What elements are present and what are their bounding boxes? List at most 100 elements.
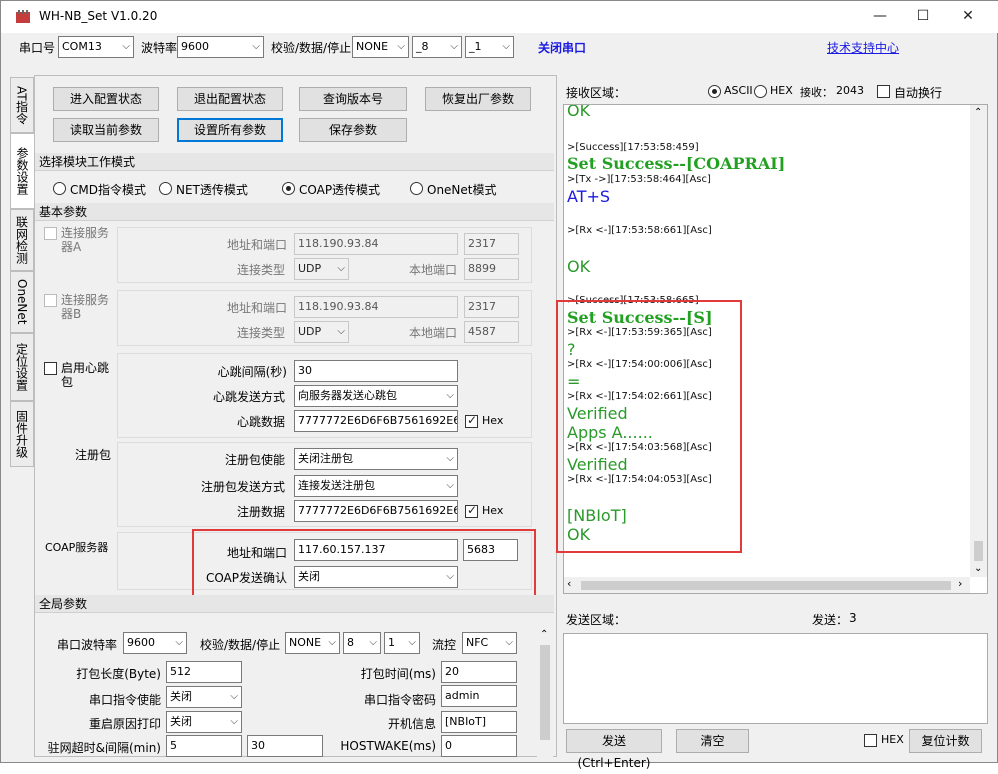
recv-vscroll[interactable]: ⌃ ⌄	[970, 105, 987, 577]
hex-radio[interactable]	[754, 85, 767, 98]
mode-onenet-radio[interactable]	[410, 182, 423, 195]
pack-len-input[interactable]: 512	[166, 661, 242, 683]
boot-input[interactable]: [NBIoT]	[441, 711, 517, 733]
reset-count-button[interactable]: 复位计数	[909, 729, 982, 753]
tab-location[interactable]: 定位设置	[10, 333, 34, 401]
reboot-select[interactable]: 关闭 ⌵	[166, 711, 242, 733]
server-a-port-input[interactable]: 2317	[464, 233, 519, 255]
close-button[interactable]: ✕	[945, 1, 991, 31]
exit-config-button[interactable]: 退出配置状态	[177, 87, 283, 111]
heartbeat-hex-checkbox[interactable]	[465, 413, 478, 428]
boot-label: 开机信息	[387, 717, 436, 731]
app-window: WH-NB_Set V1.0.20 — ☐ ✕ 串口号 COM13 ⌵ 波特率 9…	[0, 0, 998, 770]
send-textarea[interactable]	[563, 633, 988, 724]
timeout-label: 驻网超时&间隔(min)	[47, 741, 161, 755]
cmd-enable-label: 串口指令使能	[88, 693, 161, 707]
set-all-button[interactable]: 设置所有参数	[177, 118, 283, 142]
register-mode-select[interactable]: 连接发送注册包 ⌵	[294, 475, 458, 497]
send-button[interactable]: 发送(Ctrl+Enter)	[566, 729, 662, 770]
stopbits-select[interactable]: _1 ⌵	[465, 36, 514, 58]
chevron-down-icon: ⌵	[505, 637, 513, 648]
register-enable-select[interactable]: 关闭注册包 ⌵	[294, 448, 458, 470]
ascii-radio[interactable]	[708, 85, 721, 98]
send-hex-checkbox[interactable]	[864, 734, 877, 747]
tab-firmware[interactable]: 固件升级	[10, 401, 34, 467]
server-b-addr-input[interactable]: 118.190.93.84	[294, 296, 458, 318]
register-data-input[interactable]: 7777772E6D6F6B7561692E636E	[294, 500, 458, 522]
tab-params[interactable]: 参数设置	[10, 133, 34, 209]
mode-cmd-label: CMD指令模式	[70, 183, 146, 197]
recv-line: Set Success--[COAPRAI]	[567, 154, 786, 173]
pack-time-input[interactable]: 20	[441, 661, 517, 683]
autowrap-checkbox[interactable]	[877, 85, 890, 98]
minimize-button[interactable]: —	[857, 1, 903, 31]
heartbeat-mode-select[interactable]: 向服务器发送心跳包 ⌵	[294, 385, 458, 407]
baud-select[interactable]: 9600 ⌵	[177, 36, 264, 58]
register-hex-checkbox[interactable]	[465, 503, 478, 518]
tab-network[interactable]: 联网检测	[10, 209, 34, 271]
heartbeat-mode-label: 心跳发送方式	[212, 390, 285, 404]
response-highlight-box	[556, 300, 742, 553]
hex-label: HEX	[770, 84, 793, 97]
databits-select[interactable]: _8 ⌵	[412, 36, 462, 58]
restore-button[interactable]: 恢复出厂参数	[425, 87, 531, 111]
timeout-input-1[interactable]: 5	[166, 735, 242, 757]
global-data-select[interactable]: 8 ⌵	[343, 632, 381, 654]
server-b-checkbox[interactable]	[44, 294, 57, 307]
maximize-button[interactable]: ☐	[900, 1, 946, 31]
parity-select[interactable]: NONE ⌵	[352, 36, 409, 58]
server-a-checkbox[interactable]	[44, 227, 57, 240]
chevron-down-icon: ⌵	[122, 41, 130, 52]
recv-line: OK	[567, 257, 591, 276]
server-b-type-label: 连接类型	[236, 326, 285, 340]
server-b-port-input[interactable]: 2317	[464, 296, 519, 318]
chevron-down-icon: ⌵	[502, 41, 510, 52]
heartbeat-data-input[interactable]: 7777772E6D6F6B7561692E636E	[294, 410, 458, 432]
server-b-local-input[interactable]: 4587	[464, 321, 519, 343]
global-baud-select[interactable]: 9600 ⌵	[123, 632, 187, 654]
server-a-addr-input[interactable]: 118.190.93.84	[294, 233, 458, 255]
reboot-label: 重启原因打印	[88, 717, 161, 731]
send-count-label: 发送：	[812, 613, 849, 627]
global-parity-label: 校验/数据/停止	[200, 638, 281, 652]
server-b-local-label: 本地端口	[408, 326, 457, 340]
global-parity-select[interactable]: NONE ⌵	[285, 632, 340, 654]
server-b-type-select[interactable]: UDP ⌵	[294, 321, 349, 343]
recv-hscroll[interactable]: ‹ ›	[564, 577, 970, 593]
mode-cmd-radio[interactable]	[53, 182, 66, 195]
global-stop-select[interactable]: 1 ⌵	[384, 632, 420, 654]
chevron-down-icon: ⌵	[369, 637, 377, 648]
mode-header: 选择模块工作模式	[35, 153, 554, 171]
tab-at[interactable]: AT指令	[10, 77, 34, 133]
close-port-button[interactable]: 关闭串口	[538, 37, 586, 59]
chevron-down-icon: ⌵	[446, 390, 454, 401]
global-baud-label: 串口波特率	[57, 638, 118, 652]
receive-count: 2043	[836, 84, 864, 97]
chevron-down-icon: ⌵	[252, 41, 260, 52]
server-a-type-select[interactable]: UDP ⌵	[294, 258, 349, 280]
mode-net-radio[interactable]	[159, 182, 172, 195]
cmd-enable-select[interactable]: 关闭 ⌵	[166, 686, 242, 708]
timeout-input-2[interactable]: 30	[247, 735, 323, 757]
tab-onenet[interactable]: OneNet	[10, 271, 34, 333]
port-select[interactable]: COM13 ⌵	[58, 36, 134, 58]
mode-coap-radio[interactable]	[282, 182, 295, 195]
query-version-button[interactable]: 查询版本号	[299, 87, 407, 111]
cmd-pwd-input[interactable]: admin	[441, 685, 517, 707]
heartbeat-checkbox[interactable]	[44, 362, 57, 375]
server-a-local-input[interactable]: 8899	[464, 258, 519, 280]
autowrap-label: 自动换行	[894, 86, 943, 100]
global-flow-select[interactable]: NFC ⌵	[462, 632, 517, 654]
global-scrollbar[interactable]: ⌃	[537, 629, 553, 757]
server-b-label: 连接服务器B	[61, 293, 110, 321]
read-params-button[interactable]: 读取当前参数	[53, 118, 159, 142]
heartbeat-interval-input[interactable]: 30	[294, 360, 458, 382]
support-link[interactable]: 技术支持中心	[827, 37, 899, 59]
enter-config-button[interactable]: 进入配置状态	[53, 87, 159, 111]
chevron-down-icon: ⌵	[408, 637, 416, 648]
save-params-button[interactable]: 保存参数	[299, 118, 407, 142]
register-hex-label: Hex	[482, 504, 504, 517]
register-data-label: 注册数据	[236, 505, 285, 519]
clear-button[interactable]: 清空	[676, 729, 749, 753]
hostwake-input[interactable]: 0	[441, 735, 517, 757]
